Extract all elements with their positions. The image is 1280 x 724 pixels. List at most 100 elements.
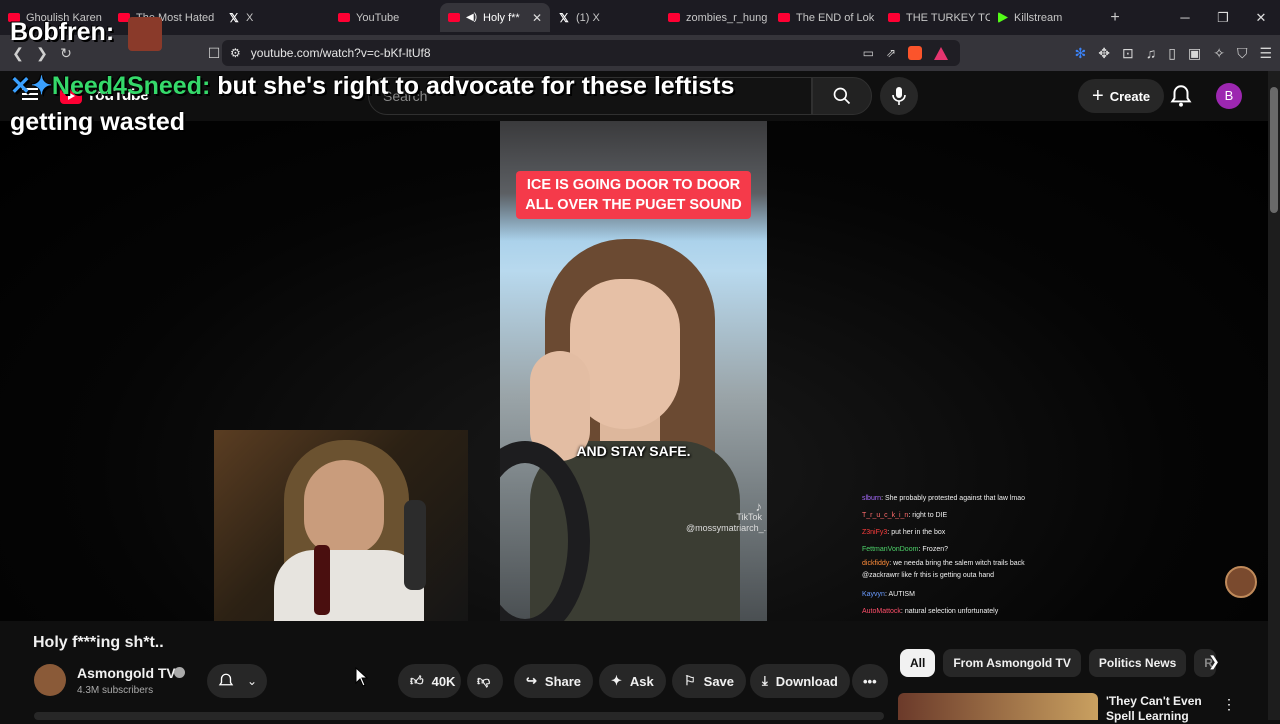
ask-button[interactable]: ✦ Ask: [599, 664, 666, 698]
close-tab-icon[interactable]: ✕: [532, 11, 542, 25]
scrollbar-thumb[interactable]: [1270, 87, 1278, 213]
voice-search-button[interactable]: [880, 77, 918, 115]
chat-username: FettmanVonDoom: [862, 546, 919, 553]
share-page-icon[interactable]: ⇗: [886, 46, 896, 60]
extension-icon[interactable]: ✻: [1075, 45, 1087, 62]
page-scrollbar[interactable]: [1268, 71, 1280, 720]
tab-label: (1) X: [576, 11, 600, 24]
recommendation-thumbnail[interactable]: [898, 693, 1098, 720]
plus-icon: +: [1092, 84, 1104, 107]
verified-icon: [174, 667, 185, 678]
music-icon[interactable]: ♫: [1146, 45, 1157, 61]
chat-text: we needa bring the salem witch trails ba…: [893, 560, 1025, 567]
chat-text: AUTISM: [888, 591, 915, 598]
share-icon: ↪: [526, 673, 537, 688]
browser-tab[interactable]: 𝕏X: [220, 3, 330, 32]
search-button[interactable]: [812, 77, 872, 115]
chat-username: dickfiddy: [862, 560, 890, 567]
subscriber-count: 4.3M subscribers: [77, 685, 154, 696]
new-tab-button[interactable]: +: [1100, 9, 1130, 27]
browser-tab-strip: Ghoulish Karen The Most Hated 𝕏X YouTube…: [0, 0, 1280, 35]
sidebar-icon[interactable]: ▯: [1168, 45, 1176, 62]
youtube-icon: [668, 13, 680, 22]
more-actions-button[interactable]: •••: [852, 664, 888, 698]
more-horizontal-icon: •••: [863, 673, 877, 689]
url-text[interactable]: youtube.com/watch?v=c-bKf-ltUf8: [251, 46, 431, 60]
wallet-icon[interactable]: ▣: [1188, 45, 1201, 62]
extension-toolbar: ✻ ✥ ⊡ ♫ ▯ ▣ ✧ ⛉ ☰: [1075, 35, 1272, 71]
chevron-right-icon[interactable]: ❯: [1204, 653, 1224, 673]
channel-avatar[interactable]: [34, 664, 66, 696]
audio-icon[interactable]: ◀): [466, 12, 477, 23]
leo-icon[interactable]: ✧: [1213, 45, 1225, 62]
share-button[interactable]: ↪ Share: [514, 664, 594, 698]
chip-all[interactable]: All: [900, 649, 936, 677]
tts-donor-name: Bobfren:: [10, 18, 115, 46]
browser-nav-bar: ❮ ❯ ↻ ☐ ⚙ youtube.com/watch?v=c-bKf-ltUf…: [0, 35, 1280, 71]
minimize-icon[interactable]: ─: [1166, 10, 1204, 25]
browser-tab[interactable]: Killstream: [990, 3, 1100, 32]
restore-icon[interactable]: ❐: [1204, 10, 1242, 26]
sparkle-icon: ✦: [611, 673, 622, 688]
youtube-icon: [338, 13, 350, 22]
streamer-face: [304, 460, 384, 555]
browser-tab[interactable]: The END of Lok: [770, 3, 880, 32]
streamer-shirt: [274, 550, 424, 621]
bottle: [314, 545, 330, 615]
browser-tab[interactable]: The Most Hated: [110, 3, 220, 32]
download-button[interactable]: ⤓ Download: [750, 664, 850, 698]
create-label: Create: [1109, 88, 1151, 104]
browser-tab[interactable]: 𝕏 (1) X: [550, 3, 660, 32]
cast-icon[interactable]: ▭: [863, 46, 874, 60]
chat-text: She probably protested against that law …: [884, 495, 1026, 502]
chevron-down-icon: ⌄: [246, 674, 258, 688]
ask-label: Ask: [629, 673, 654, 689]
brave-shields-icon[interactable]: [908, 46, 922, 60]
browser-tab[interactable]: zombies_r_hung: [660, 3, 770, 32]
chat-username: Kayvyn: [862, 591, 885, 598]
puzzle-icon[interactable]: ✥: [1098, 45, 1110, 62]
address-bar[interactable]: ⚙ youtube.com/watch?v=c-bKf-ltUf8 ▭ ⇗: [222, 40, 960, 66]
video-caption-bottom: AND STAY SAFE.: [576, 443, 691, 459]
youtube-icon: [778, 13, 790, 22]
reload-icon[interactable]: ↻: [54, 45, 78, 62]
chat-message: Z3niFy3: put her in the box: [862, 529, 946, 536]
bell-icon: [218, 673, 234, 686]
chip-from-channel[interactable]: From Asmongold TV: [943, 649, 1081, 677]
tab-label: zombies_r_hung: [686, 11, 768, 24]
streamer-webcam: [214, 430, 468, 621]
create-button[interactable]: + Create: [1078, 79, 1165, 113]
screenshot-icon[interactable]: ⊡: [1122, 45, 1134, 62]
browser-tab[interactable]: THE TURKEY TC: [880, 3, 990, 32]
forward-icon[interactable]: ❯: [30, 45, 54, 62]
tab-label: The END of Lok: [796, 11, 875, 24]
subscription-bell-button[interactable]: ⌄: [207, 664, 267, 698]
window-controls: ─ ❐ ✕: [1166, 0, 1280, 35]
chat-username: AutoMattock: [862, 608, 901, 615]
site-info-icon[interactable]: ⚙: [230, 46, 241, 60]
account-avatar[interactable]: B: [1216, 83, 1242, 109]
chip-politics-news[interactable]: Politics News: [1088, 649, 1187, 677]
more-vertical-icon[interactable]: ⋮: [1222, 696, 1236, 713]
browser-tab-active[interactable]: ◀) Holy f** ✕: [440, 3, 550, 32]
x-icon: 𝕏: [559, 10, 569, 25]
tiktok-icon: ♪: [755, 499, 763, 514]
channel-name[interactable]: Asmongold TV: [77, 665, 176, 681]
floating-channel-avatar[interactable]: [1225, 566, 1257, 598]
like-button[interactable]: 👍︎ 40K: [398, 664, 461, 698]
chat-text: like fr this is getting outa hand: [901, 572, 995, 579]
chat-message: slburn: She probably protested against t…: [862, 495, 1026, 502]
close-window-icon[interactable]: ✕: [1242, 10, 1280, 26]
description-box[interactable]: [34, 712, 884, 720]
back-icon[interactable]: ❮: [6, 45, 30, 62]
vpn-icon[interactable]: ⛉: [1237, 45, 1248, 62]
dislike-button[interactable]: 👎︎: [467, 664, 503, 698]
save-button[interactable]: ⚐ Save: [672, 664, 747, 698]
video-player[interactable]: ICE IS GOING DOOR TO DOOR ALL OVER THE P…: [0, 121, 1268, 621]
menu-icon[interactable]: ☰: [1259, 45, 1272, 62]
brave-rewards-icon[interactable]: [934, 46, 948, 60]
browser-tab[interactable]: YouTube: [330, 3, 440, 32]
chat-message: T_r_u_c_k_i_n: right to DIE: [862, 512, 948, 519]
x-icon: 𝕏: [229, 10, 239, 25]
notifications-bell-icon[interactable]: [1168, 83, 1194, 109]
